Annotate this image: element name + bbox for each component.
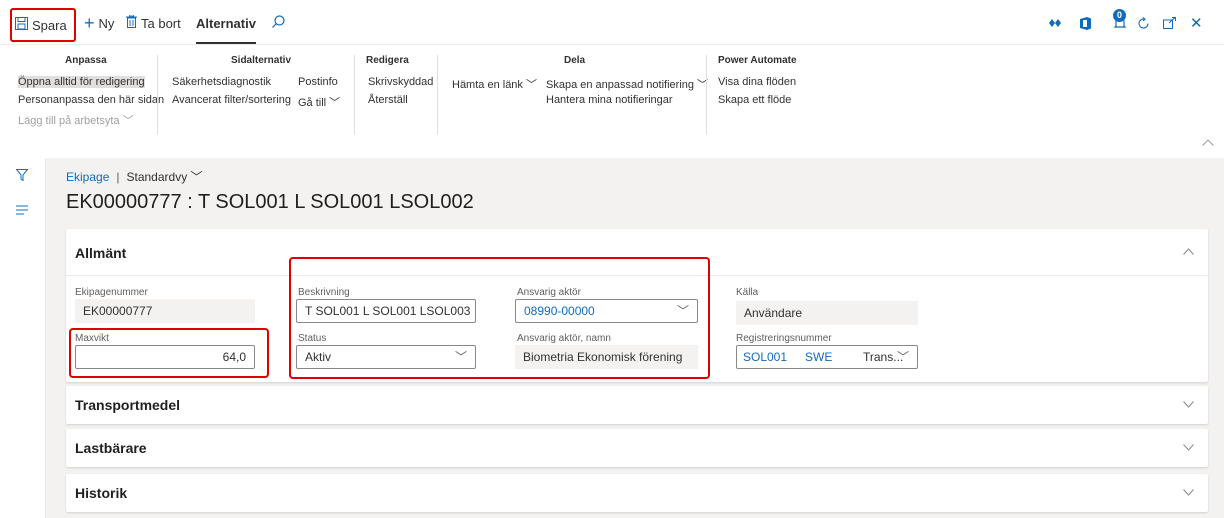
section-lastbarare[interactable]: Lastbärare <box>66 429 1208 467</box>
kalla-label: Källa <box>736 287 759 298</box>
always-open-edit[interactable]: Öppna alltid för redigering <box>18 76 145 88</box>
ribbon-separator <box>437 55 438 135</box>
reg-country[interactable]: SWE <box>805 346 832 368</box>
ekipagenummer-label: Ekipagenummer <box>75 287 148 298</box>
ribbon-separator <box>706 55 707 135</box>
add-to-workspace[interactable]: Lägg till på arbetsyta ﹀ <box>18 112 134 128</box>
registreringsnummer-label: Registreringsnummer <box>736 333 832 344</box>
delete-button[interactable]: Ta bort <box>126 12 181 34</box>
group-title-page-options: Sidalternativ <box>231 55 292 66</box>
open-new-window-icon[interactable] <box>1163 14 1176 32</box>
section-transport-title: Transportmedel <box>75 397 181 413</box>
chevron-down-icon[interactable] <box>1183 442 1194 454</box>
get-link[interactable]: Hämta en länk ﹀ <box>452 76 537 92</box>
new-button[interactable]: + Ny <box>84 12 114 34</box>
security-diagnostics[interactable]: Säkerhetsdiagnostik <box>172 76 271 88</box>
tab-options[interactable]: Alternativ <box>196 12 256 44</box>
trash-icon <box>126 14 137 31</box>
group-title-power-automate: Power Automate <box>718 55 797 66</box>
kalla-value: Användare <box>736 301 918 325</box>
search-icon <box>272 15 285 31</box>
manage-notifications[interactable]: Hantera mina notifieringar <box>546 94 673 106</box>
left-rail <box>0 158 46 518</box>
section-historik-title: Historik <box>75 485 128 501</box>
list-icon[interactable] <box>16 202 28 218</box>
chevron-down-icon: ﹀ <box>896 350 909 364</box>
create-custom-notification[interactable]: Skapa en anpassad notifiering ﹀ <box>546 76 708 92</box>
group-title-customize: Anpassa <box>65 55 107 66</box>
ribbon-collapse-icon[interactable] <box>1202 137 1214 149</box>
group-title-share: Dela <box>564 55 586 66</box>
breadcrumb: Ekipage | Standardvy ﹀ <box>66 168 203 185</box>
section-transport[interactable]: Transportmedel <box>66 386 1208 424</box>
highlight-maxvikt <box>69 328 269 378</box>
breadcrumb-separator: | <box>116 169 120 184</box>
chevron-up-icon[interactable] <box>1183 246 1194 258</box>
reset[interactable]: Återställ <box>368 94 408 106</box>
chevron-down-icon[interactable] <box>1183 487 1194 499</box>
view-selector[interactable]: Standardvy ﹀ <box>127 168 203 185</box>
options-label: Alternativ <box>196 15 256 31</box>
group-title-edit: Redigera <box>366 55 409 66</box>
save-icon <box>15 17 28 33</box>
page-title: EK00000777 : T SOL001 L SOL001 LSOL002 <box>66 191 474 213</box>
highlight-description-status <box>289 257 710 379</box>
reg-number[interactable]: SOL001 <box>743 346 787 368</box>
record-info[interactable]: Postinfo <box>298 76 338 88</box>
refresh-icon[interactable] <box>1137 14 1150 32</box>
filter-icon[interactable] <box>15 168 29 184</box>
delete-label: Ta bort <box>141 15 181 31</box>
go-to[interactable]: Gå till ﹀ <box>298 94 340 110</box>
new-label: Ny <box>98 15 115 31</box>
command-bar: Spara + Ny Ta bort Alternativ 0 ✕ <box>0 0 1224 44</box>
section-historik[interactable]: Historik <box>66 474 1208 512</box>
breadcrumb-link[interactable]: Ekipage <box>66 170 109 184</box>
view-flows[interactable]: Visa dina flöden <box>718 76 796 88</box>
chevron-down-icon[interactable] <box>1183 399 1194 411</box>
search-button[interactable] <box>272 12 289 34</box>
ekipagenummer-value: EK00000777 <box>75 299 255 323</box>
advanced-filter[interactable]: Avancerat filter/sortering <box>172 94 291 106</box>
office-icon[interactable] <box>1080 14 1091 32</box>
ribbon-separator <box>354 55 355 135</box>
ribbon: Anpassa Öppna alltid för redigering Pers… <box>0 44 1224 158</box>
section-lastbarare-title: Lastbärare <box>75 440 147 456</box>
create-flow[interactable]: Skapa ett flöde <box>718 94 791 106</box>
notification-badge: 0 <box>1113 9 1126 22</box>
diamond-icon[interactable] <box>1049 14 1061 32</box>
section-general-title[interactable]: Allmänt <box>75 245 126 261</box>
plus-icon: + <box>84 12 95 33</box>
registreringsnummer-select[interactable]: SOL001 SWE Trans... ﹀ <box>736 345 918 369</box>
personalize-page[interactable]: Personanpassa den här sidan <box>18 94 164 106</box>
ribbon-separator <box>157 55 158 135</box>
save-label: Spara <box>32 17 67 33</box>
read-only[interactable]: Skrivskyddad <box>368 76 433 88</box>
save-button[interactable]: Spara <box>10 8 76 42</box>
close-icon[interactable]: ✕ <box>1190 14 1203 32</box>
